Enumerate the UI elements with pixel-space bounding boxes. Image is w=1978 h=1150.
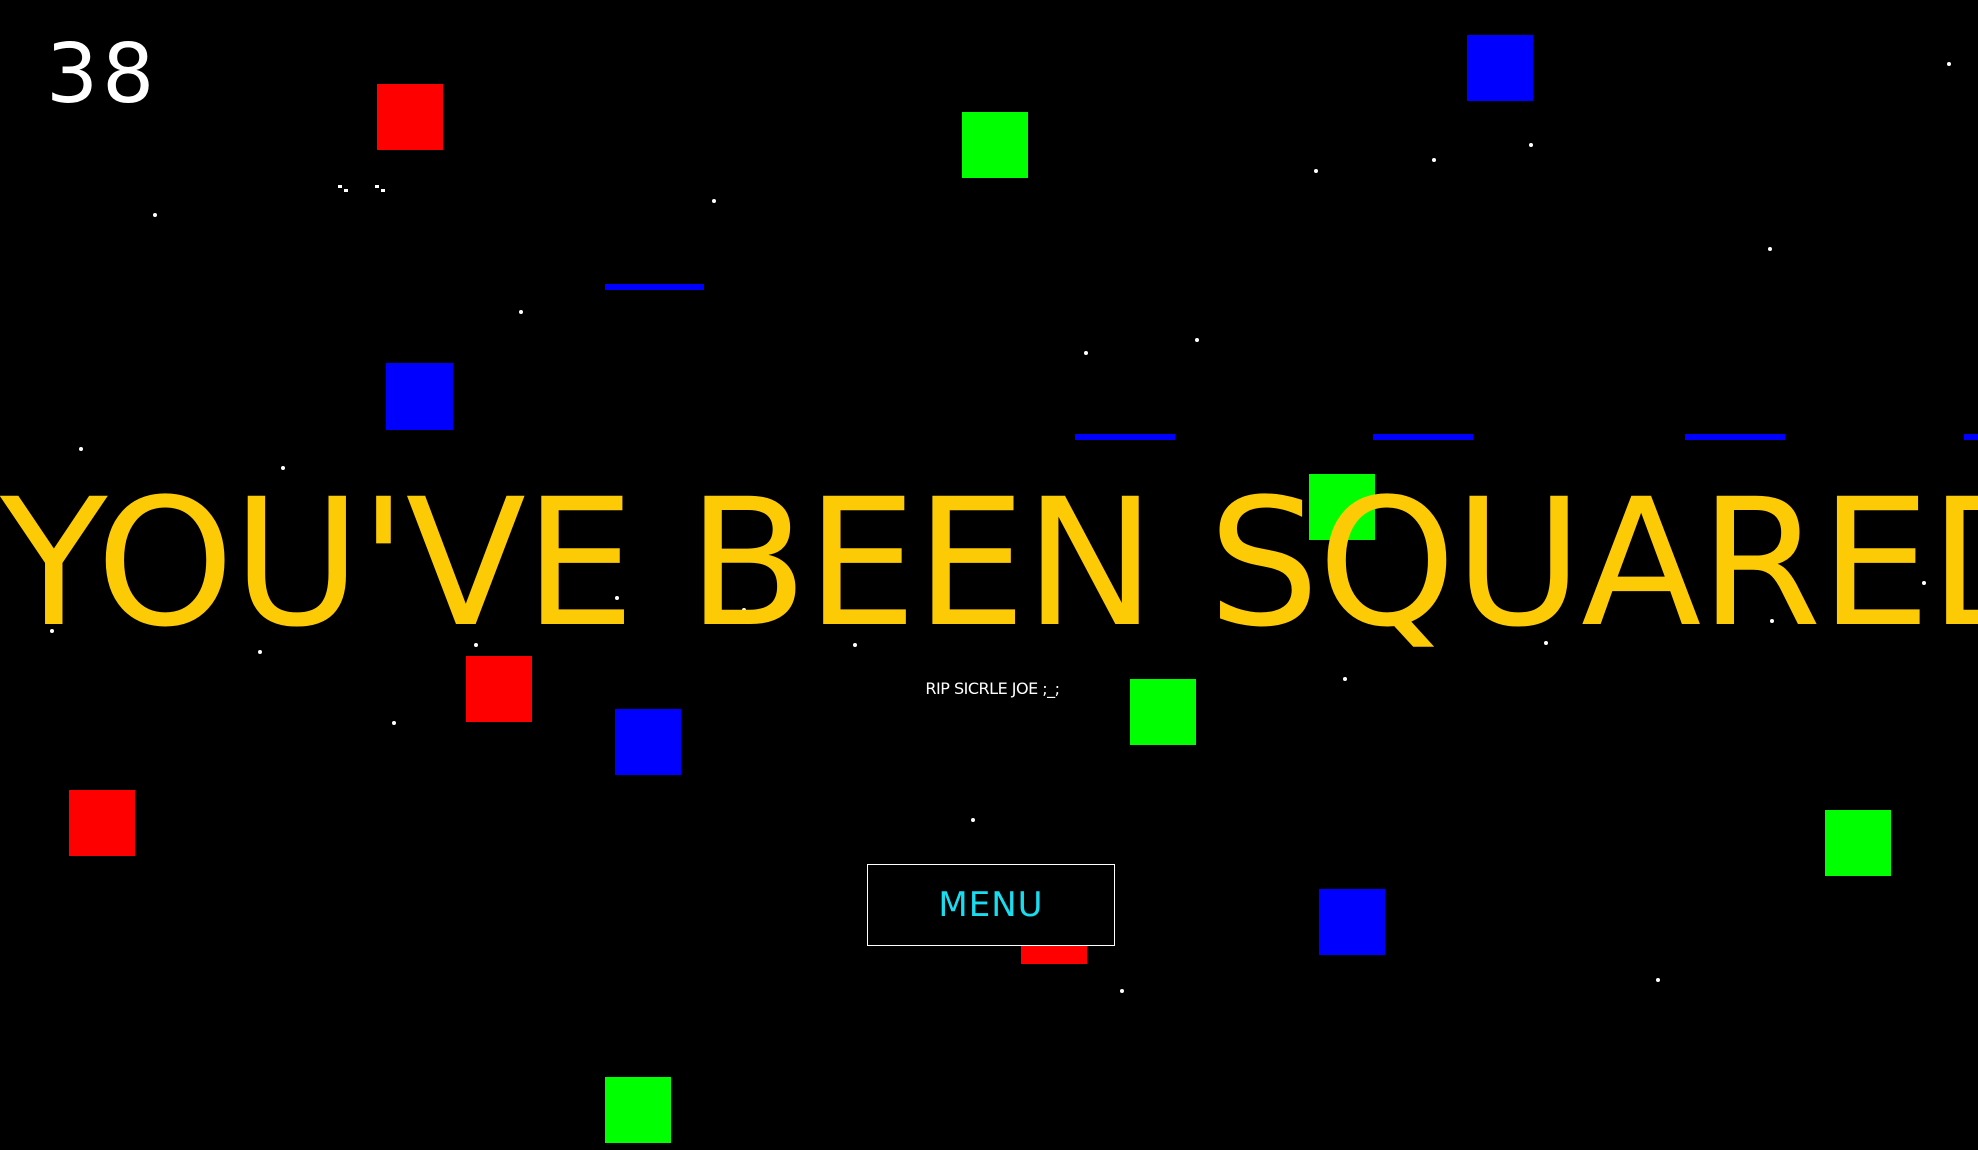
sparkle-particle bbox=[338, 185, 342, 188]
star bbox=[1195, 338, 1199, 342]
game-over-subtitle: RIP SICRLE JOE ;_; bbox=[925, 679, 1060, 698]
blue-square bbox=[1467, 35, 1533, 101]
green-square bbox=[605, 1077, 671, 1143]
star bbox=[153, 213, 157, 217]
green-square bbox=[1825, 810, 1891, 876]
star bbox=[1529, 143, 1533, 147]
blue-square bbox=[1319, 889, 1385, 955]
red-square bbox=[69, 790, 135, 856]
blue-laser bbox=[605, 284, 704, 290]
sparkle-particle bbox=[344, 189, 348, 192]
sparkle-debris bbox=[338, 185, 385, 192]
star bbox=[392, 721, 396, 725]
blue-square bbox=[386, 363, 453, 430]
blue-laser bbox=[1075, 434, 1175, 440]
star bbox=[519, 310, 523, 314]
star bbox=[712, 199, 716, 203]
menu-button[interactable]: MENU bbox=[867, 864, 1115, 946]
star bbox=[79, 447, 83, 451]
star bbox=[1120, 989, 1124, 993]
star bbox=[1656, 978, 1660, 982]
star bbox=[1947, 62, 1951, 66]
star bbox=[1314, 169, 1318, 173]
blue-square bbox=[615, 709, 681, 775]
menu-button-label: MENU bbox=[938, 885, 1044, 925]
blue-laser bbox=[1373, 434, 1473, 440]
star bbox=[1084, 351, 1088, 355]
star bbox=[971, 818, 975, 822]
blue-laser bbox=[1685, 434, 1785, 440]
red-square bbox=[377, 84, 443, 150]
green-square bbox=[962, 112, 1028, 178]
game-over-title: YOU'VE BEEN SQUARED bbox=[0, 461, 1978, 666]
star bbox=[1768, 247, 1772, 251]
sparkle-particle bbox=[381, 189, 385, 192]
blue-laser bbox=[1964, 434, 1978, 440]
star bbox=[1432, 158, 1436, 162]
sparkle-particle bbox=[375, 185, 379, 188]
score-counter: 38 bbox=[46, 27, 159, 122]
lasers bbox=[605, 284, 1978, 440]
